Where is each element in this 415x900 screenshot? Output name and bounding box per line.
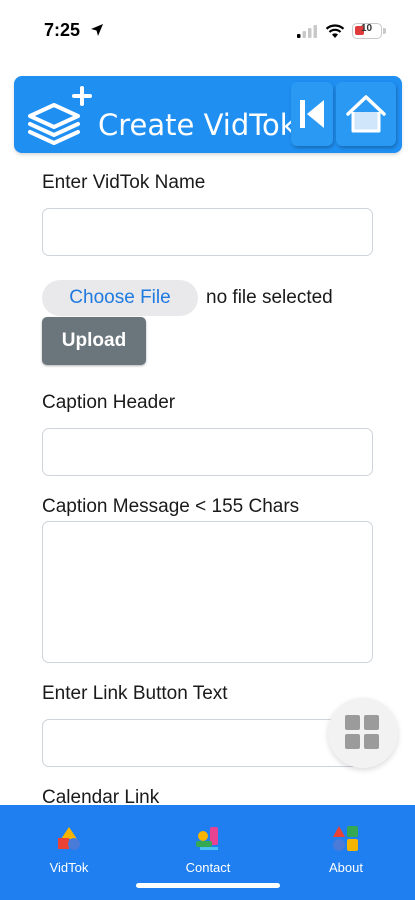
vidtok-name-input[interactable] — [42, 208, 373, 256]
choose-file-button[interactable]: Choose File — [42, 280, 198, 316]
shapes-icon — [58, 827, 80, 850]
about-shapes-icon — [333, 826, 358, 851]
caption-header-label: Caption Header — [42, 392, 176, 413]
upload-button[interactable]: Upload — [42, 317, 146, 365]
home-button[interactable] — [336, 82, 396, 146]
link-button-text-label: Enter Link Button Text — [42, 683, 228, 704]
home-icon — [346, 95, 386, 133]
grid-square — [345, 715, 360, 730]
app-header: Create VidTok — [14, 76, 402, 153]
grid-square — [364, 734, 379, 749]
skip-back-icon — [300, 100, 324, 128]
grid-menu-button[interactable] — [328, 698, 398, 768]
grid-square — [364, 715, 379, 730]
nav-item-about[interactable]: About — [296, 805, 396, 885]
caption-message-label: Caption Message < 155 Chars — [42, 496, 300, 517]
battery-tip — [383, 28, 386, 34]
status-bar: 7:25 10 — [0, 0, 415, 62]
nav-item-contact[interactable]: Contact — [158, 805, 258, 885]
nav-label-vidtok: VidTok — [49, 860, 89, 875]
signal-icon — [297, 25, 317, 38]
nav-label-contact: Contact — [185, 860, 231, 875]
status-time: 7:25 — [44, 20, 81, 40]
vidtok-name-label: Enter VidTok Name — [42, 172, 206, 193]
location-arrow-icon — [91, 24, 103, 36]
caption-message-textarea[interactable] — [42, 521, 373, 663]
grid-square — [345, 734, 360, 749]
home-indicator — [136, 883, 280, 888]
contact-icon — [196, 827, 218, 850]
page-title: Create VidTok — [98, 108, 297, 142]
battery-level: 10 — [360, 23, 373, 34]
nav-label-about: About — [329, 860, 363, 875]
wifi-icon — [325, 24, 345, 38]
caption-header-input[interactable] — [42, 428, 373, 476]
stack-plus-icon — [28, 86, 92, 145]
battery-icon: 10 — [352, 23, 382, 39]
back-button[interactable] — [291, 82, 333, 146]
link-button-text-input[interactable] — [42, 719, 373, 767]
nav-item-vidtok[interactable]: VidTok — [19, 805, 119, 885]
file-status-text: no file selected — [206, 287, 333, 308]
